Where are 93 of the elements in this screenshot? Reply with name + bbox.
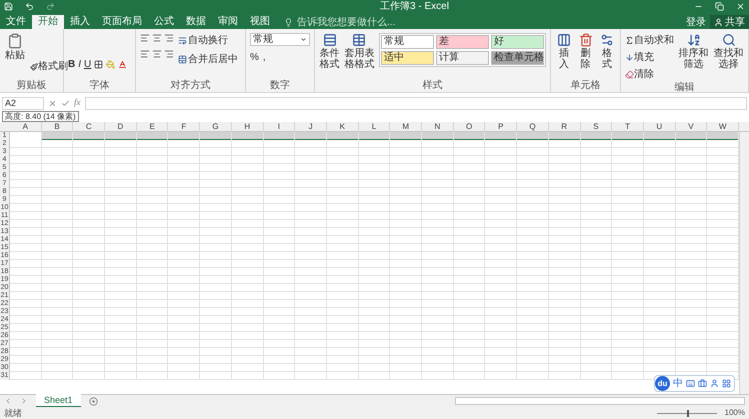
insert-function-button[interactable]: fx [74, 96, 80, 110]
rows-icon [322, 33, 337, 47]
chevron-down-icon [300, 36, 307, 43]
cell-style-swatch[interactable]: 差 [436, 35, 489, 49]
delete-button[interactable]: 删除 [576, 33, 594, 70]
sheet-tab[interactable]: Sheet1 [36, 394, 81, 408]
add-sheet-icon[interactable] [88, 396, 98, 406]
merge-cells-icon [178, 55, 188, 64]
person-icon[interactable] [710, 379, 719, 388]
slider-thumb[interactable] [686, 410, 689, 416]
ribbon-tab[interactable]: 视图 [244, 15, 276, 29]
group-label: 对齐方式 [170, 80, 212, 92]
clipboard-icon [7, 33, 23, 49]
align-right-icon[interactable] [164, 49, 174, 59]
share-button[interactable]: 共享 [710, 15, 749, 29]
paintbrush-icon [30, 62, 38, 70]
row-height-tooltip: 高度: 8.40 (14 像素) [2, 111, 79, 122]
status-text: 就绪 [4, 407, 22, 419]
conditional-format-button[interactable]: 条件格式 [319, 33, 340, 70]
columns-icon [556, 33, 571, 47]
font-color-icon[interactable] [118, 60, 128, 69]
group-label: 剪贴板 [16, 80, 48, 92]
borders-icon[interactable] [94, 60, 104, 69]
enter-icon[interactable] [61, 98, 70, 108]
sort-filter-button[interactable]: 排序和筛选 [678, 33, 709, 70]
name-box[interactable]: A2 [2, 96, 44, 110]
percent-button[interactable]: % [250, 50, 259, 65]
bold-button[interactable]: B [68, 57, 76, 72]
arrow-down-icon [625, 53, 634, 62]
wrap-text-icon [178, 36, 188, 45]
active-cell[interactable] [10, 132, 42, 140]
ime-logo[interactable]: du [655, 376, 670, 391]
cell-style-swatch[interactable]: 计算 [436, 51, 489, 65]
group-label: 字体 [88, 80, 111, 92]
tell-me-field[interactable]: 告诉我您想要做什么... [284, 15, 417, 29]
ribbon-tab[interactable]: 页面布局 [96, 15, 148, 29]
sign-in-link[interactable]: 登录 [682, 15, 710, 29]
horizontal-scrollbar[interactable] [455, 397, 745, 405]
input-mode-toggle[interactable]: 中 [673, 376, 683, 391]
merge-center-button[interactable]: 合并后居中 [178, 52, 238, 67]
format-painter-button[interactable]: 格式刷 [30, 59, 68, 74]
format-as-table-button[interactable]: 套用表格格式 [344, 33, 375, 70]
close-icon[interactable] [736, 2, 745, 11]
cell-style-swatch[interactable]: 检查单元格 [490, 51, 544, 65]
format-button[interactable]: 格式 [598, 33, 616, 70]
sort-icon [686, 33, 700, 47]
align-left-icon[interactable] [140, 49, 150, 59]
number-format-dropdown[interactable]: 常规 [250, 33, 310, 46]
zoom-slider[interactable] [656, 410, 717, 416]
insert-button[interactable]: 插入 [555, 33, 573, 70]
ribbon-tab[interactable]: 数据 [180, 15, 212, 29]
window-title: 工作簿3 - Excel [379, 0, 450, 12]
trash-icon [578, 33, 592, 47]
restore-icon[interactable] [715, 2, 724, 11]
cell-style-swatch[interactable]: 适中 [380, 51, 434, 65]
group-label: 数字 [269, 80, 291, 92]
group-label: 样式 [422, 80, 444, 92]
toolbox-icon[interactable] [698, 379, 707, 388]
autosum-button[interactable]: 自动求和 [625, 33, 674, 48]
keyboard-icon[interactable] [686, 379, 695, 388]
table-icon [352, 33, 366, 47]
ribbon-tab[interactable]: 开始 [32, 15, 64, 29]
group-label: 单元格 [570, 80, 602, 92]
fill-button[interactable]: 填充 [625, 50, 674, 65]
formula-input[interactable] [84, 96, 747, 110]
wrap-text-button[interactable]: 自动换行 [178, 33, 238, 48]
undo-icon[interactable] [25, 2, 34, 11]
find-select-button[interactable]: 查找和选择 [713, 33, 744, 70]
ribbon-tab[interactable]: 文件 [0, 15, 32, 29]
italic-button[interactable]: I [78, 57, 82, 72]
person-icon [714, 18, 723, 26]
underline-button[interactable]: U [84, 57, 92, 72]
ribbon-tab[interactable]: 公式 [148, 15, 180, 29]
cell-style-swatch[interactable]: 好 [490, 35, 544, 49]
cell-style-swatch[interactable]: 常规 [380, 35, 434, 49]
zoom-level: 100% [724, 407, 745, 419]
eraser-icon [625, 70, 634, 79]
paste-button[interactable]: 粘贴 [4, 33, 26, 61]
search-icon [722, 33, 736, 47]
lightbulb-icon [284, 18, 293, 26]
comma-button[interactable]: , [262, 50, 266, 65]
cancel-icon[interactable] [48, 98, 57, 108]
sigma-icon [625, 36, 634, 45]
grid-icon[interactable] [722, 379, 731, 388]
ribbon-tab[interactable]: 审阅 [212, 15, 244, 29]
group-label: 编辑 [674, 82, 696, 94]
sliders-icon [600, 33, 614, 47]
clear-button[interactable]: 清除 [625, 67, 674, 82]
align-center-icon[interactable] [152, 49, 162, 59]
fill-color-icon[interactable] [106, 60, 116, 69]
ribbon-tab[interactable]: 插入 [64, 15, 96, 29]
save-icon[interactable] [4, 2, 13, 11]
vertical-scrollbar[interactable] [739, 132, 749, 394]
